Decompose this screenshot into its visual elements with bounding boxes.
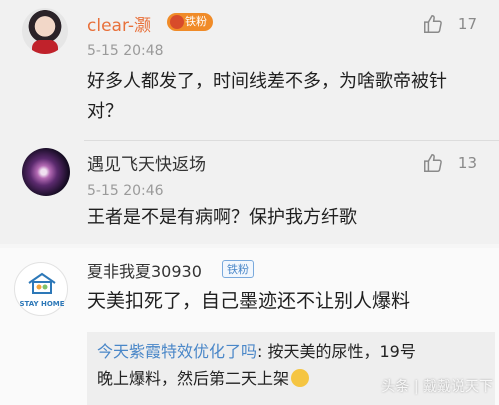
fan-badge: 铁粉 (222, 260, 254, 278)
like-count: 13 (457, 154, 477, 172)
reply-text: : 按天美的尿性，19号 (257, 342, 416, 361)
comment-username[interactable]: 遇见飞天快返场 (87, 150, 206, 175)
comment-text: 王者是不是有病啊？保护我方纤歌 (87, 207, 357, 228)
reply-text: 晚上爆料，然后第二天上架 (97, 369, 290, 388)
avatar-text: STAY HOME (19, 300, 65, 308)
comment-body: 遇见飞天快返场 5-15 20:46 王者是不是有病啊？保护我方纤歌 13 (0, 0, 499, 228)
avatar[interactable] (22, 148, 70, 196)
reply-username[interactable]: 今天紫霞特效优化了吗 (97, 342, 257, 361)
watermark: 头条 | 戴戴说天下 (381, 379, 493, 395)
comment-thread: clear-灏 铁粉 5-15 20:48 好多人都发了，时间线差不多，为啥歌帝… (0, 0, 499, 405)
thumb-up-icon (423, 154, 442, 172)
like-button[interactable]: 13 (422, 152, 477, 174)
comment-text: 天美扣死了，自己墨迹还不让别人爆料 (87, 290, 411, 312)
comment-username[interactable]: 夏非我夏30930 (87, 258, 202, 282)
avatar[interactable]: STAY HOME (14, 262, 68, 316)
comment-time: 5-15 20:46 (87, 183, 164, 199)
house-icon (28, 272, 56, 294)
emoji-icon (291, 369, 310, 387)
reply-line: 今天紫霞特效优化了吗: 按天美的尿性，19号 (97, 338, 485, 365)
